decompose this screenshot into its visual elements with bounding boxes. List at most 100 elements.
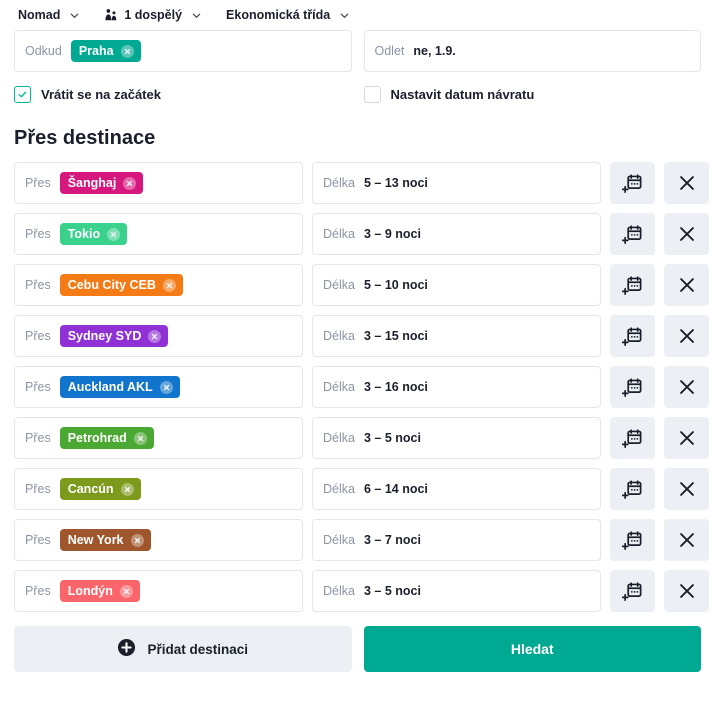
destination-row: Přes Šanghaj Délka 5 – 13 noci: [14, 162, 709, 204]
origin-chip[interactable]: Praha: [70, 40, 141, 62]
close-icon[interactable]: [162, 278, 176, 292]
close-icon[interactable]: [120, 44, 134, 58]
length-field[interactable]: Délka 5 – 10 noci: [312, 264, 601, 306]
set-dates-button[interactable]: [610, 417, 655, 459]
destination-chip[interactable]: Londýn: [59, 580, 140, 602]
length-value: 3 – 9 noci: [363, 227, 421, 241]
length-field[interactable]: Délka 6 – 14 noci: [312, 468, 601, 510]
length-field[interactable]: Délka 3 – 7 noci: [312, 519, 601, 561]
length-field[interactable]: Délka 3 – 9 noci: [312, 213, 601, 255]
destination-chip[interactable]: Tokio: [59, 223, 128, 245]
add-destination-label: Přidat destinaci: [147, 641, 249, 657]
destination-field[interactable]: Přes Sydney SYD: [14, 315, 303, 357]
topbar-item-cabin-class[interactable]: Ekonomická třída: [226, 8, 360, 22]
destination-row: Přes Cebu City CEB Délka 5 – 10 noci: [14, 264, 709, 306]
set-dates-button[interactable]: [610, 162, 655, 204]
close-icon[interactable]: [107, 227, 121, 241]
close-icon[interactable]: [123, 176, 137, 190]
search-button[interactable]: Hledat: [363, 626, 701, 672]
remove-destination-button[interactable]: [664, 213, 709, 255]
destination-chip[interactable]: Cancún: [59, 478, 141, 500]
set-dates-button[interactable]: [610, 315, 655, 357]
length-label: Délka: [323, 431, 355, 445]
remove-destination-button[interactable]: [664, 468, 709, 510]
topbar-item-trip-type[interactable]: Nomad: [18, 8, 90, 22]
remove-destination-button[interactable]: [664, 417, 709, 459]
destination-field[interactable]: Přes Auckland AKL: [14, 366, 303, 408]
close-icon: [676, 325, 698, 347]
set-dates-button[interactable]: [610, 264, 655, 306]
destination-field[interactable]: Přes Cancún: [14, 468, 303, 510]
remove-destination-button[interactable]: [664, 570, 709, 612]
close-icon: [676, 172, 698, 194]
origin-chip-label: Praha: [78, 44, 114, 58]
close-icon[interactable]: [119, 584, 133, 598]
set-dates-button[interactable]: [610, 570, 655, 612]
length-field[interactable]: Délka 5 – 13 noci: [312, 162, 601, 204]
destination-field[interactable]: Přes Tokio: [14, 213, 303, 255]
destination-field[interactable]: Přes New York: [14, 519, 303, 561]
departure-date-field[interactable]: Odlet ne, 1.9.: [363, 30, 701, 72]
close-icon: [676, 427, 698, 449]
calendar-plus-icon: [622, 275, 643, 296]
return-to-start-checkbox[interactable]: [14, 86, 31, 103]
remove-destination-button[interactable]: [664, 264, 709, 306]
close-icon[interactable]: [130, 533, 144, 547]
length-label: Délka: [323, 176, 355, 190]
return-to-start-option[interactable]: Vrátit se na začátek: [14, 86, 352, 103]
destination-chip[interactable]: Cebu City CEB: [59, 274, 183, 296]
destination-label: Přes: [25, 431, 51, 445]
plus-circle-icon: [117, 638, 136, 660]
set-dates-button[interactable]: [610, 468, 655, 510]
set-dates-button[interactable]: [610, 366, 655, 408]
length-value: 3 – 5 noci: [363, 431, 421, 445]
options-row: Vrátit se na začátek Nastavit datum návr…: [14, 86, 701, 103]
close-icon[interactable]: [148, 329, 162, 343]
set-return-date-option[interactable]: Nastavit datum návratu: [363, 86, 702, 103]
destination-field[interactable]: Přes Londýn: [14, 570, 303, 612]
length-value: 5 – 10 noci: [363, 278, 428, 292]
destination-label: Přes: [25, 584, 51, 598]
set-return-date-label: Nastavit datum návratu: [390, 87, 535, 102]
calendar-plus-icon: [622, 581, 643, 602]
topbar-item-passengers[interactable]: 1 dospělý: [104, 8, 212, 22]
add-destination-button[interactable]: Přidat destinaci: [14, 626, 352, 672]
origin-field[interactable]: Odkud Praha: [14, 30, 352, 72]
destination-chip[interactable]: Auckland AKL: [59, 376, 180, 398]
close-icon: [676, 478, 698, 500]
length-label: Délka: [323, 533, 355, 547]
remove-destination-button[interactable]: [664, 366, 709, 408]
remove-destination-button[interactable]: [664, 519, 709, 561]
calendar-plus-icon: [622, 428, 643, 449]
close-icon[interactable]: [159, 380, 173, 394]
calendar-plus-icon: [622, 377, 643, 398]
close-icon[interactable]: [120, 482, 134, 496]
length-field[interactable]: Délka 3 – 5 noci: [312, 417, 601, 459]
destination-chip-label: Sydney SYD: [67, 329, 142, 343]
close-icon: [676, 274, 698, 296]
remove-destination-button[interactable]: [664, 162, 709, 204]
close-icon[interactable]: [133, 431, 147, 445]
set-dates-button[interactable]: [610, 213, 655, 255]
destination-field[interactable]: Přes Cebu City CEB: [14, 264, 303, 306]
set-dates-button[interactable]: [610, 519, 655, 561]
length-field[interactable]: Délka 3 – 5 noci: [312, 570, 601, 612]
set-return-date-checkbox[interactable]: [363, 86, 381, 103]
destination-chip[interactable]: Šanghaj: [59, 172, 144, 194]
length-field[interactable]: Délka 3 – 16 noci: [312, 366, 601, 408]
remove-destination-button[interactable]: [664, 315, 709, 357]
topbar-item-label: 1 dospělý: [124, 8, 183, 22]
calendar-plus-icon: [622, 530, 643, 551]
destination-chip[interactable]: New York: [59, 529, 151, 551]
destination-field[interactable]: Přes Šanghaj: [14, 162, 303, 204]
return-to-start-label: Vrátit se na začátek: [41, 87, 161, 102]
length-value: 3 – 15 noci: [363, 329, 428, 343]
chevron-down-icon: [69, 10, 80, 21]
destination-chip[interactable]: Sydney SYD: [59, 325, 169, 347]
destination-chip[interactable]: Petrohrad: [59, 427, 154, 449]
calendar-plus-icon: [622, 173, 643, 194]
destination-label: Přes: [25, 227, 51, 241]
length-field[interactable]: Délka 3 – 15 noci: [312, 315, 601, 357]
topbar-item-label: Ekonomická třída: [226, 8, 331, 22]
destination-field[interactable]: Přes Petrohrad: [14, 417, 303, 459]
